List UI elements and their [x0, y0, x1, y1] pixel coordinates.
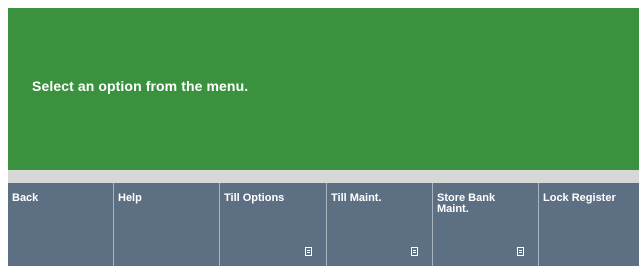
submenu-icon — [411, 247, 418, 256]
lock-register-button-label: Lock Register — [543, 192, 616, 204]
till-options-button[interactable]: Till Options — [220, 183, 327, 266]
help-button-label: Help — [118, 192, 142, 204]
store-bank-maint-button[interactable]: Store Bank Maint. — [433, 183, 539, 266]
till-maint-button[interactable]: Till Maint. — [327, 183, 433, 266]
till-options-button-label: Till Options — [224, 192, 285, 204]
screen: Select an option from the menu. Back Hel… — [0, 0, 639, 266]
message-panel: Select an option from the menu. — [8, 8, 639, 170]
back-button-label: Back — [12, 192, 39, 204]
till-maint-button-label: Till Maint. — [331, 192, 382, 204]
divider-strip — [8, 170, 639, 183]
help-button[interactable]: Help — [114, 183, 220, 266]
function-key-bar: Back Help Till Options Till Maint. Store… — [8, 183, 639, 266]
back-button[interactable]: Back — [8, 183, 114, 266]
lock-register-button[interactable]: Lock Register — [539, 183, 639, 266]
prompt-message: Select an option from the menu. — [32, 78, 249, 94]
submenu-icon — [517, 247, 524, 256]
submenu-icon — [305, 247, 312, 256]
store-bank-maint-button-label: Store Bank Maint. — [437, 192, 496, 215]
